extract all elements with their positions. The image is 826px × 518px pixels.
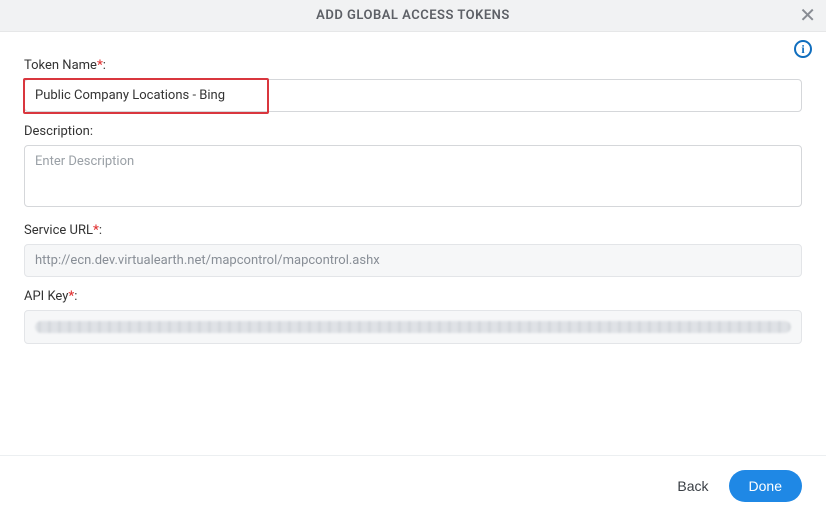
info-row: i: [0, 32, 826, 58]
token-name-input[interactable]: [24, 79, 802, 112]
done-button[interactable]: Done: [729, 470, 802, 502]
token-name-label-text: Token Name: [24, 58, 97, 73]
required-asterisk: *: [93, 223, 99, 238]
close-icon[interactable]: ✕: [799, 5, 816, 25]
dialog-footer: Back Done: [0, 455, 826, 518]
required-asterisk: *: [68, 289, 74, 304]
description-label: Description:: [24, 124, 802, 139]
back-button[interactable]: Back: [673, 472, 712, 500]
service-url-label: Service URL*:: [24, 223, 802, 238]
token-name-group: Token Name*:: [24, 58, 802, 112]
service-url-group: Service URL*:: [24, 223, 802, 277]
description-group: Description:: [24, 124, 802, 211]
description-input[interactable]: [24, 145, 802, 207]
dialog-header: ADD GLOBAL ACCESS TOKENS ✕: [0, 0, 826, 32]
api-key-obscured-value: [35, 321, 791, 333]
api-key-input[interactable]: [24, 310, 802, 344]
token-name-label: Token Name*:: [24, 58, 802, 73]
form-area: Token Name*: Description: Service URL*: …: [0, 58, 826, 344]
service-url-input[interactable]: [24, 244, 802, 277]
required-asterisk: *: [97, 58, 103, 73]
token-name-input-wrap: [24, 79, 802, 112]
api-key-group: API Key*:: [24, 289, 802, 344]
info-icon[interactable]: i: [794, 40, 812, 58]
dialog-title: ADD GLOBAL ACCESS TOKENS: [316, 8, 510, 23]
api-key-label-text: API Key: [24, 289, 68, 304]
service-url-label-text: Service URL: [24, 223, 93, 238]
api-key-label: API Key*:: [24, 289, 802, 304]
